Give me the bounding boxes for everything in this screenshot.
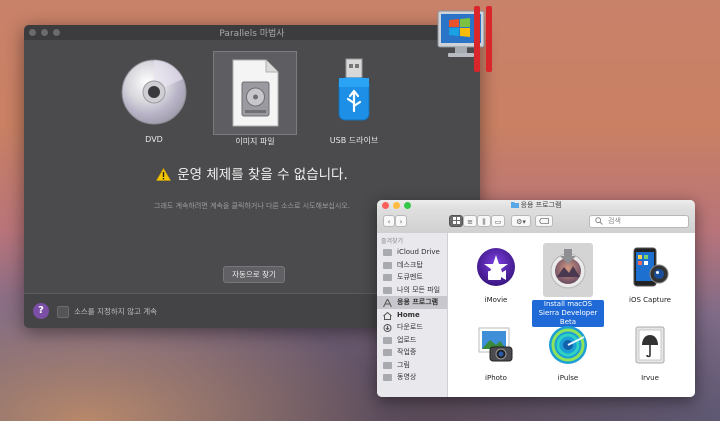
source-option-image-file[interactable]: 이미지 파일 bbox=[213, 51, 297, 146]
sidebar-item-documents[interactable]: 도큐멘트 bbox=[377, 271, 447, 284]
sidebar-label: Home bbox=[397, 310, 420, 319]
sidebar-item-applications[interactable]: 응용 프로그램 bbox=[377, 296, 447, 309]
source-option-dvd[interactable]: DVD bbox=[113, 51, 195, 144]
sidebar-label: 다운로드 bbox=[397, 323, 423, 331]
imovie-icon bbox=[477, 248, 515, 286]
sidebar-item-home[interactable]: Home bbox=[377, 309, 447, 322]
desktop-icon bbox=[383, 261, 392, 269]
parallels-titlebar: Parallels 마법사 bbox=[24, 25, 480, 40]
grid-icon bbox=[452, 217, 460, 224]
home-icon bbox=[383, 311, 392, 320]
sidebar-item-icloud-drive[interactable]: iCloud Drive bbox=[377, 246, 447, 259]
tag-button[interactable] bbox=[535, 215, 553, 227]
irvue-icon bbox=[635, 326, 665, 364]
source-option-usb-drive[interactable]: USB 드라이브 bbox=[313, 51, 395, 145]
sidebar-heading: 즐겨찾기 bbox=[381, 238, 404, 245]
warning-icon bbox=[156, 168, 172, 181]
sidebar-label: 나의 모든 파일 bbox=[397, 285, 441, 294]
file-item-iphoto[interactable]: iPhoto bbox=[460, 323, 532, 383]
skip-source-checkbox[interactable] bbox=[57, 306, 69, 318]
finder-window: 응용 프로그램 ‹ › ≡ ⫼ ▭ ⚙▾ 검색 즐겨찾기 iCloud Driv… bbox=[377, 200, 695, 397]
document-icon bbox=[383, 274, 392, 281]
finder-title-text: 응용 프로그램 bbox=[520, 201, 562, 209]
forward-button[interactable]: › bbox=[395, 215, 407, 227]
cloud-icon bbox=[383, 249, 392, 256]
list-view-button[interactable]: ≡ bbox=[463, 215, 477, 227]
sidebar-item-desktop[interactable]: 데스크탑 bbox=[377, 259, 447, 272]
iphoto-icon bbox=[478, 327, 513, 362]
applications-icon bbox=[383, 298, 392, 308]
folder-icon bbox=[383, 349, 392, 356]
image-file-icon bbox=[232, 59, 279, 127]
parallels-app-icon[interactable] bbox=[435, 6, 500, 72]
file-name: iPulse bbox=[557, 374, 579, 382]
help-button[interactable]: ? bbox=[33, 303, 49, 319]
window-title: Parallels 마법사 bbox=[219, 29, 285, 39]
column-view-button[interactable]: ⫼ bbox=[477, 215, 491, 227]
file-item-irvue[interactable]: Irvue bbox=[614, 323, 686, 383]
back-button[interactable]: ‹ bbox=[383, 215, 395, 227]
finder-titlebar: 응용 프로그램 bbox=[377, 200, 695, 211]
sidebar-label: 동영상 bbox=[397, 373, 417, 381]
file-item-ios-capture[interactable]: iOS Capture bbox=[614, 245, 686, 305]
sidebar-label: 작업중 bbox=[397, 348, 417, 356]
search-placeholder: 검색 bbox=[608, 217, 621, 225]
file-item-install-macos-sierra[interactable]: Install macOS Sierra Developer Beta bbox=[532, 243, 604, 328]
auto-find-button[interactable]: 자동으로 찾기 bbox=[223, 266, 285, 283]
macos-installer-icon bbox=[550, 249, 586, 289]
sidebar-item-movies[interactable]: 동영상 bbox=[377, 371, 447, 384]
folder-icon bbox=[383, 374, 392, 381]
finder-sidebar: 즐겨찾기 iCloud Drive 데스크탑 도큐멘트 나의 모든 파일 응용 … bbox=[377, 233, 448, 397]
file-name: iOS Capture bbox=[629, 296, 671, 304]
option-label: USB 드라이브 bbox=[329, 136, 379, 145]
finder-content: iMovie Install macOS Sierra Developer Be… bbox=[448, 233, 695, 397]
sidebar-label: 데스크탑 bbox=[397, 260, 423, 269]
sidebar-label: 도큐멘트 bbox=[397, 273, 423, 281]
file-item-ipulse[interactable]: iPulse bbox=[532, 323, 604, 383]
ipulse-icon bbox=[549, 326, 587, 364]
finder-toolbar: ‹ › ≡ ⫼ ▭ ⚙▾ 검색 bbox=[377, 211, 695, 234]
file-name: iPhoto bbox=[485, 374, 507, 382]
folder-icon bbox=[383, 336, 392, 344]
icon-view-button[interactable] bbox=[449, 215, 463, 227]
sidebar-label: 응용 프로그램 bbox=[397, 298, 439, 306]
file-name: Irvue bbox=[641, 374, 659, 382]
sidebar-item-all-my-files[interactable]: 나의 모든 파일 bbox=[377, 284, 447, 297]
sidebar-label: 업로드 bbox=[397, 335, 417, 344]
all-files-icon bbox=[383, 286, 392, 294]
sidebar-item-pictures[interactable]: 그림 bbox=[377, 359, 447, 372]
action-menu-button[interactable]: ⚙▾ bbox=[511, 215, 531, 227]
sidebar-item-uploads[interactable]: 업로드 bbox=[377, 334, 447, 347]
os-not-found-warning: 운영 체제를 찾을 수 없습니다. bbox=[24, 163, 480, 183]
tag-icon bbox=[539, 218, 549, 224]
selection-highlight bbox=[543, 243, 593, 297]
usb-drive-icon bbox=[338, 58, 370, 121]
ios-capture-icon bbox=[633, 247, 669, 287]
gallery-view-button[interactable]: ▭ bbox=[491, 215, 505, 227]
folder-icon bbox=[510, 202, 519, 208]
sidebar-item-working[interactable]: 작업중 bbox=[377, 346, 447, 359]
option-label: DVD bbox=[145, 135, 163, 144]
finder-title: 응용 프로그램 bbox=[377, 200, 695, 210]
skip-source-label: 소스를 지정하지 않고 계속 bbox=[74, 307, 158, 316]
finder-search-input[interactable]: 검색 bbox=[589, 215, 689, 228]
file-item-imovie[interactable]: iMovie bbox=[460, 245, 532, 305]
file-name: iMovie bbox=[484, 296, 508, 304]
download-icon bbox=[383, 324, 392, 332]
sidebar-label: iCloud Drive bbox=[397, 248, 440, 256]
dvd-disc-icon bbox=[121, 59, 187, 125]
sidebar-label: 그림 bbox=[397, 360, 410, 369]
sidebar-item-downloads[interactable]: 다운로드 bbox=[377, 321, 447, 334]
warning-text: 운영 체제를 찾을 수 없습니다. bbox=[177, 167, 348, 183]
option-label: 이미지 파일 bbox=[235, 137, 275, 146]
folder-icon bbox=[383, 361, 392, 369]
search-icon bbox=[595, 217, 603, 225]
